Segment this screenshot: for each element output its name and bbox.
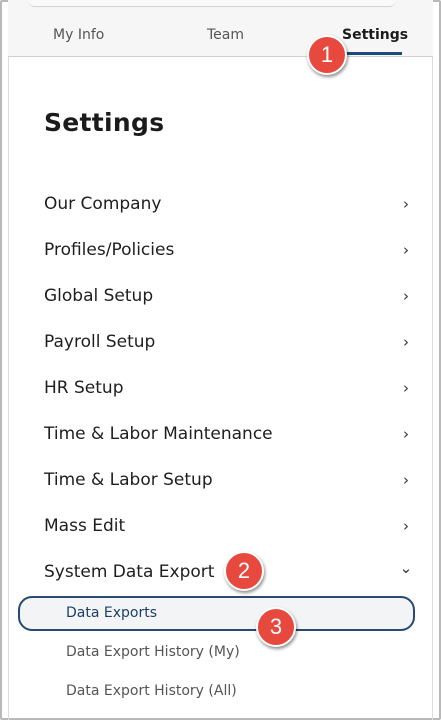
menu-item-label: HR Setup <box>44 378 124 398</box>
chevron-right-icon: › <box>403 241 409 259</box>
menu-item-label: Time & Labor Maintenance <box>44 424 273 444</box>
chevron-right-icon: › <box>403 195 409 213</box>
menu-item-label: Payroll Setup <box>44 332 156 352</box>
tab-my-info[interactable]: My Info <box>53 27 104 43</box>
menu-item-global-setup[interactable]: Global Setup › <box>44 281 414 311</box>
submenu-item-data-export-history-all[interactable]: Data Export History (All) <box>66 683 237 699</box>
top-bar-edge <box>28 0 396 7</box>
chevron-right-icon: › <box>403 287 409 305</box>
menu-item-label: Our Company <box>44 194 162 214</box>
menu-item-profiles-policies[interactable]: Profiles/Policies › <box>44 235 414 265</box>
step-badge-3: 3 <box>256 607 296 647</box>
menu-item-our-company[interactable]: Our Company › <box>44 189 414 219</box>
submenu-item-data-exports[interactable]: Data Exports <box>66 605 157 621</box>
content-border-right <box>432 57 433 720</box>
chevron-right-icon: › <box>403 471 409 489</box>
tab-team[interactable]: Team <box>207 27 244 43</box>
chevron-right-icon: › <box>403 425 409 443</box>
menu-item-hr-setup[interactable]: HR Setup › <box>44 373 414 403</box>
tab-settings[interactable]: Settings <box>342 27 408 43</box>
menu-item-label: Time & Labor Setup <box>44 470 213 490</box>
menu-item-label: Global Setup <box>44 286 154 306</box>
chevron-right-icon: › <box>403 379 409 397</box>
menu-item-payroll-setup[interactable]: Payroll Setup › <box>44 327 414 357</box>
step-badge-2: 2 <box>224 551 264 591</box>
menu-item-label: Mass Edit <box>44 516 126 536</box>
menu-item-label: System Data Export <box>44 562 215 582</box>
menu-item-time-labor-maintenance[interactable]: Time & Labor Maintenance › <box>44 419 414 449</box>
step-badge-1: 1 <box>307 35 347 75</box>
menu-item-mass-edit[interactable]: Mass Edit › <box>44 511 414 541</box>
menu-item-label: Profiles/Policies <box>44 240 175 260</box>
page-title: Settings <box>44 108 165 137</box>
active-tab-indicator <box>342 52 402 55</box>
chevron-down-icon: ⌄ <box>399 559 413 577</box>
submenu-item-data-export-history-my[interactable]: Data Export History (My) <box>66 644 240 660</box>
chevron-right-icon: › <box>403 517 409 535</box>
menu-item-time-labor-setup[interactable]: Time & Labor Setup › <box>44 465 414 495</box>
content-border-left <box>8 57 9 720</box>
chevron-right-icon: › <box>403 333 409 351</box>
